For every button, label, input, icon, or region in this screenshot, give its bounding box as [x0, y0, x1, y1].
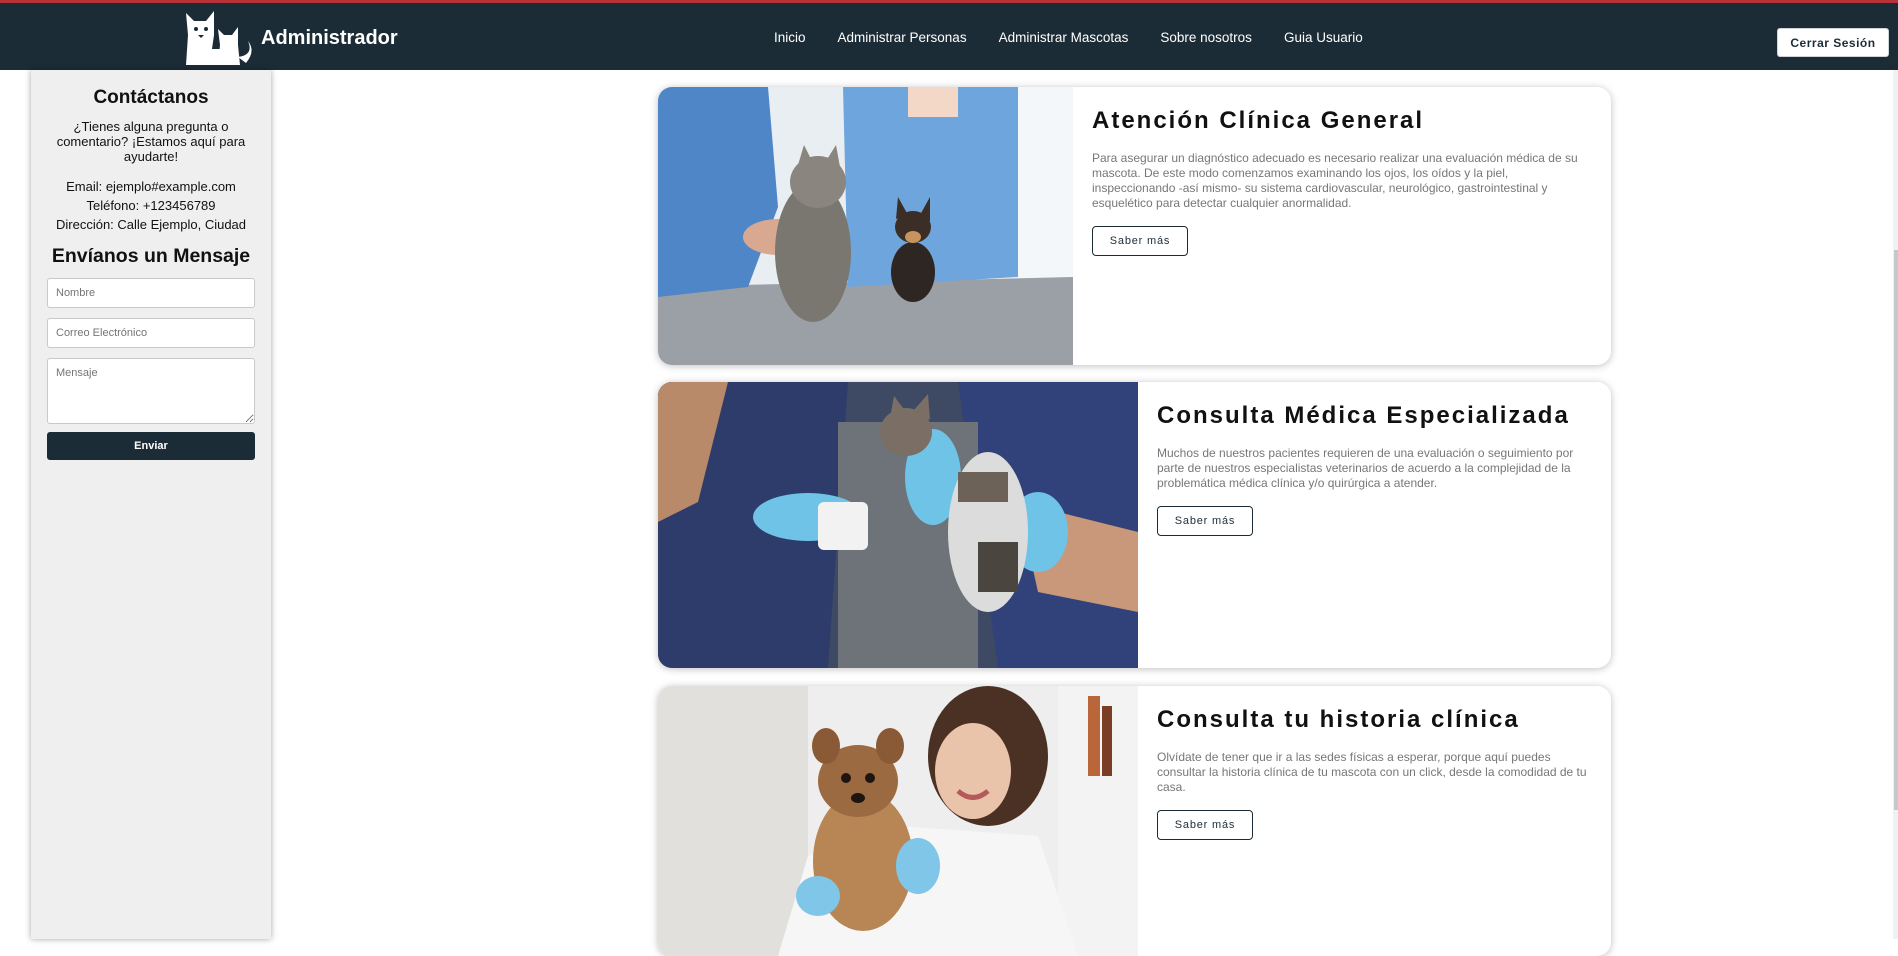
contact-sidebar: Contáctanos ¿Tienes alguna pregunta o co…: [31, 70, 271, 939]
vet-cat-dog-photo: [658, 87, 1073, 365]
service-card-general: Atención Clínica General Para asegurar u…: [658, 87, 1611, 365]
nav-inicio[interactable]: Inicio: [774, 30, 806, 45]
logout-button[interactable]: Cerrar Sesión: [1777, 28, 1889, 57]
service-description: Muchos de nuestros pacientes requieren d…: [1157, 446, 1574, 490]
learn-more-button[interactable]: Saber más: [1092, 226, 1188, 256]
scrollbar-thumb[interactable]: [1894, 250, 1898, 810]
service-description: Olvídate de tener que ir a las sedes fís…: [1157, 750, 1587, 794]
message-field[interactable]: [47, 358, 255, 424]
brand[interactable]: Administrador: [182, 7, 398, 69]
name-field[interactable]: [47, 278, 255, 308]
vet-cat-bandage-photo: [658, 382, 1138, 668]
contact-intro: ¿Tienes alguna pregunta o comentario? ¡E…: [56, 119, 246, 164]
contact-address: Dirección: Calle Ejemplo, Ciudad: [55, 217, 247, 232]
form-title: Envíanos un Mensaje: [51, 245, 251, 267]
service-title: Consulta Médica Especializada: [1157, 402, 1570, 429]
nav-administrar-personas[interactable]: Administrar Personas: [838, 30, 967, 45]
brand-title: Administrador: [261, 26, 398, 49]
service-card-history: Consulta tu historia clínica Olvídate de…: [658, 686, 1611, 956]
service-description: Para asegurar un diagnóstico adecuado es…: [1092, 151, 1578, 210]
top-navbar: Administrador Inicio Administrar Persona…: [0, 0, 1898, 70]
nav-administrar-mascotas[interactable]: Administrar Mascotas: [999, 30, 1129, 45]
learn-more-button[interactable]: Saber más: [1157, 506, 1253, 536]
service-title: Consulta tu historia clínica: [1157, 706, 1520, 733]
email-field[interactable]: [47, 318, 255, 348]
service-card-specialized: Consulta Médica Especializada Muchos de …: [658, 382, 1611, 668]
main-nav: Inicio Administrar Personas Administrar …: [774, 30, 1395, 45]
cat-dog-logo-icon: [182, 5, 258, 72]
service-title: Atención Clínica General: [1092, 107, 1425, 134]
contact-phone: Teléfono: +123456789: [86, 198, 216, 213]
vet-yorkie-photo: [658, 686, 1138, 956]
contact-title: Contáctanos: [93, 87, 209, 108]
learn-more-button[interactable]: Saber más: [1157, 810, 1253, 840]
send-button[interactable]: Enviar: [47, 432, 255, 460]
nav-sobre-nosotros[interactable]: Sobre nosotros: [1160, 30, 1252, 45]
contact-email: Email: ejemplo#example.com: [66, 179, 236, 194]
nav-guia-usuario[interactable]: Guia Usuario: [1284, 30, 1363, 45]
